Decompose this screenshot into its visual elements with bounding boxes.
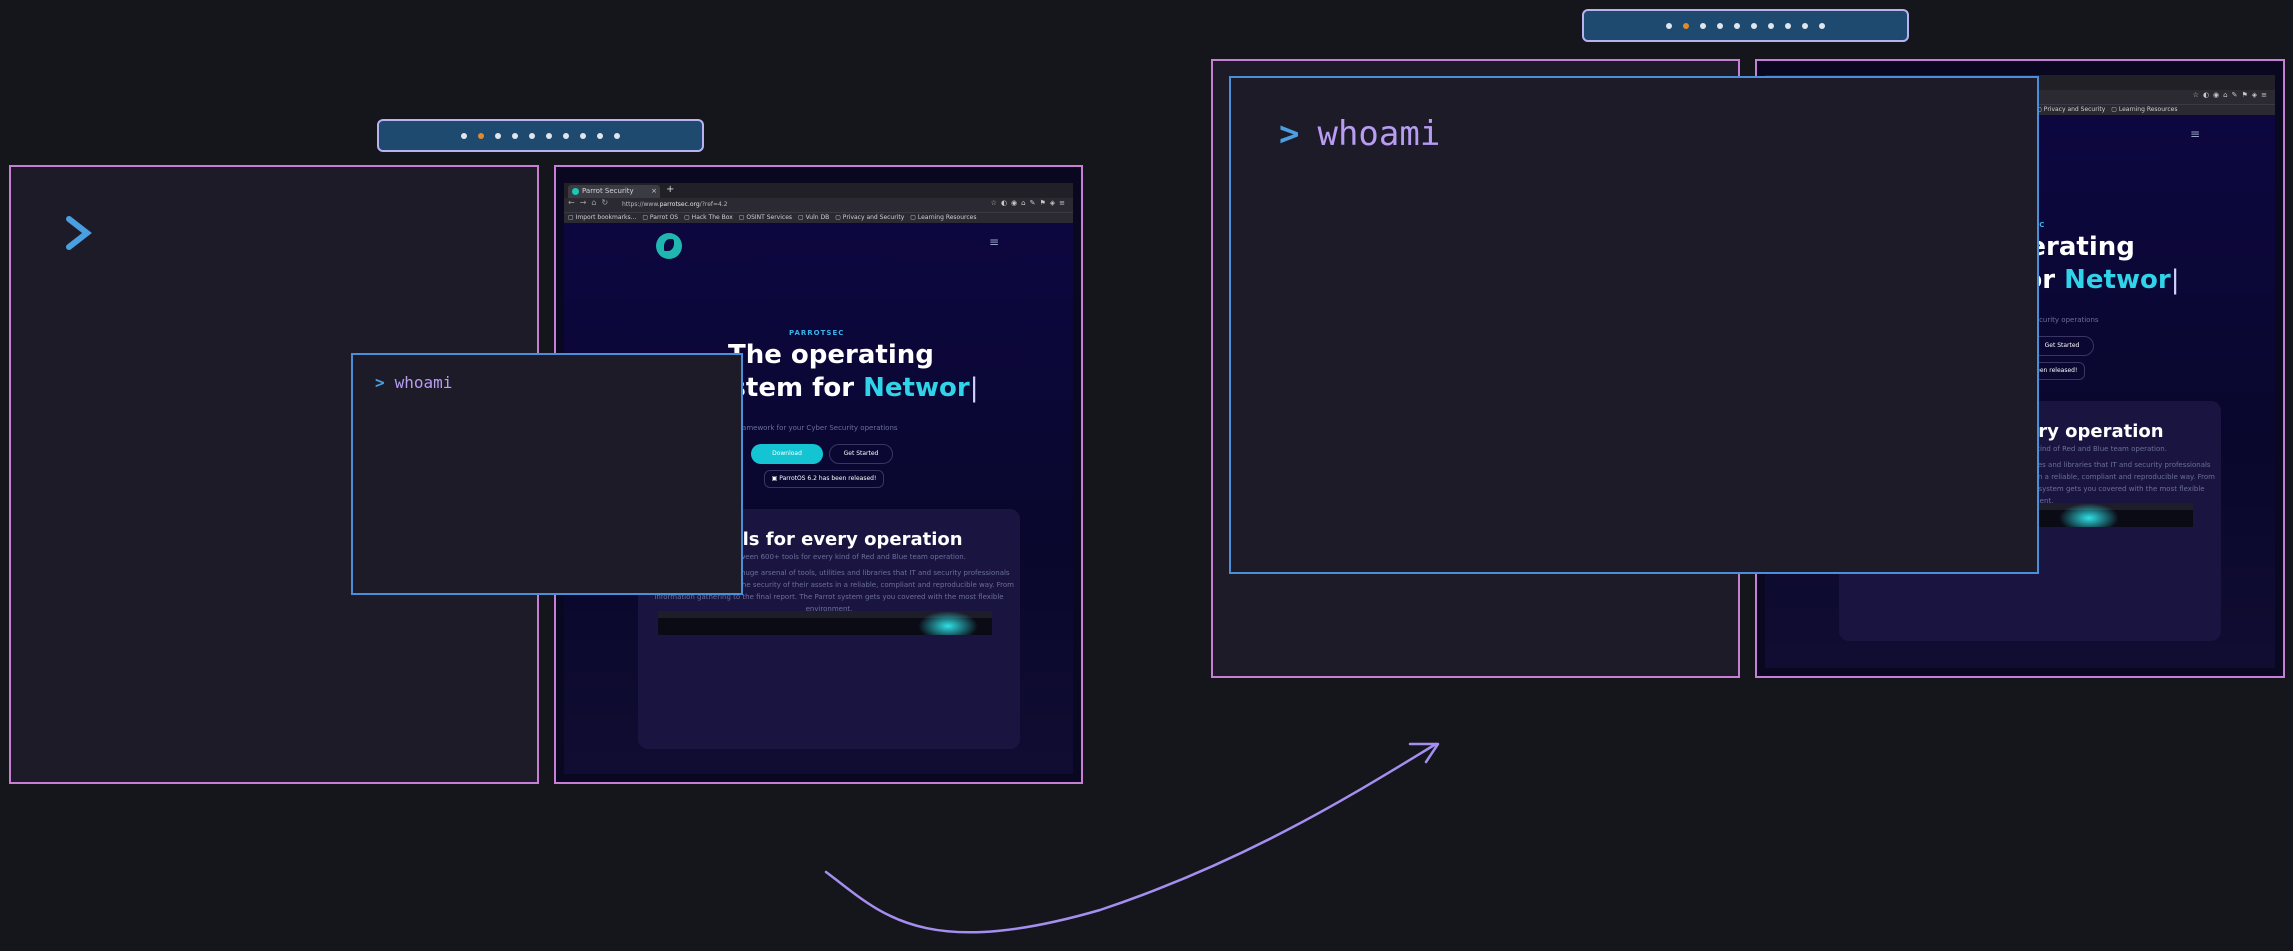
- transition-arrow-icon: [824, 742, 1440, 934]
